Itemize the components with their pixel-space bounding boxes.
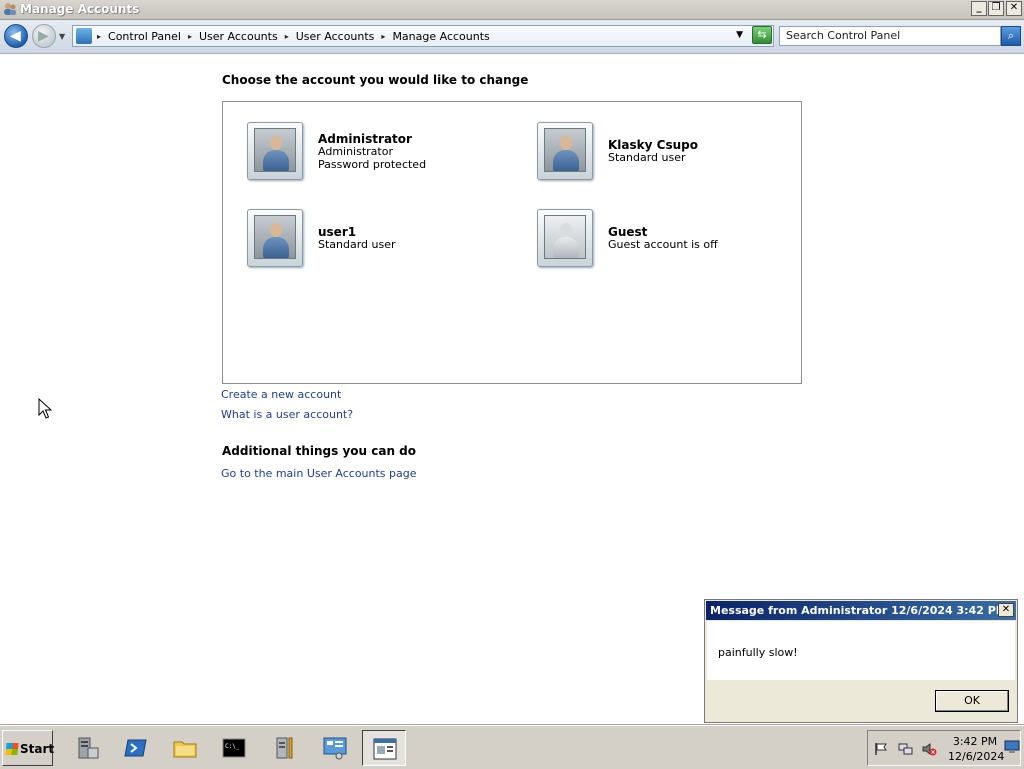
chevron-right-icon[interactable]: ▸ <box>285 32 289 41</box>
user-avatar-icon <box>537 122 593 180</box>
taskbar-explorer[interactable] <box>163 730 207 766</box>
what-is-user-account-link[interactable]: What is a user account? <box>221 408 353 421</box>
taskbar-powershell[interactable] <box>114 730 158 766</box>
address-dropdown-icon[interactable]: ▼ <box>736 30 743 40</box>
refresh-button[interactable]: ⇆ <box>752 26 772 44</box>
account-name: Guest <box>608 225 648 239</box>
breadcrumb: ▸ Control Panel ▸ User Accounts ▸ User A… <box>97 30 490 43</box>
close-button[interactable]: ✕ <box>1006 1 1022 16</box>
additional-heading: Additional things you can do <box>222 444 417 458</box>
chevron-right-icon[interactable]: ▸ <box>97 32 101 41</box>
user-accounts-icon <box>4 3 16 15</box>
account-status: Guest account is off <box>608 238 718 251</box>
guest-avatar-icon <box>537 209 593 267</box>
window-title-bar[interactable]: Manage Accounts _ ❐ ✕ <box>0 0 1024 20</box>
dialog-title: Message from Administrator 12/6/2024 3:4… <box>710 604 1007 617</box>
account-name: Klasky Csupo <box>608 138 698 152</box>
taskbar-control-panel[interactable] <box>313 730 357 766</box>
account-klasky-csupo[interactable]: Klasky Csupo Standard user <box>537 122 767 182</box>
breadcrumb-manage-accounts[interactable]: Manage Accounts <box>392 30 489 43</box>
message-dialog: Message from Administrator 12/6/2024 3:4… <box>704 599 1018 723</box>
breadcrumb-control-panel[interactable]: Control Panel <box>108 30 181 43</box>
minimize-button[interactable]: _ <box>971 1 987 16</box>
windows-logo-icon <box>5 743 19 755</box>
breadcrumb-user-accounts[interactable]: User Accounts <box>199 30 278 43</box>
recent-pages-dropdown-icon[interactable]: ▼ <box>59 32 65 41</box>
control-panel-icon <box>323 737 347 760</box>
breadcrumb-user-accounts-sub[interactable]: User Accounts <box>296 30 375 43</box>
account-name: user1 <box>318 225 357 239</box>
mouse-cursor-icon <box>38 398 53 419</box>
powershell-icon <box>124 739 147 757</box>
search-button[interactable]: ⌕ <box>1001 26 1021 46</box>
page-title: Choose the account you would like to cha… <box>222 73 529 87</box>
back-button[interactable]: ◀ <box>4 24 28 48</box>
accounts-panel: Administrator Administrator Password pro… <box>222 101 802 384</box>
dialog-body: painfully slow! <box>707 621 1015 680</box>
svg-text:C:\_: C:\_ <box>225 743 240 750</box>
back-arrow-icon: ◀ <box>10 28 21 44</box>
dialog-title-bar[interactable]: Message from Administrator 12/6/2024 3:4… <box>706 601 1016 620</box>
address-bar[interactable]: ▸ Control Panel ▸ User Accounts ▸ User A… <box>72 25 774 47</box>
user-avatar-icon <box>247 209 303 267</box>
explorer-folder-icon <box>173 741 197 758</box>
dialog-message: painfully slow! <box>718 646 798 659</box>
account-status: Password protected <box>318 158 427 171</box>
clock-time: 3:42 PM <box>952 735 998 748</box>
account-guest[interactable]: Guest Guest account is off <box>537 209 767 269</box>
chevron-right-icon[interactable]: ▸ <box>188 32 192 41</box>
start-button[interactable]: Start <box>2 730 55 766</box>
forward-button[interactable]: ▶ <box>32 24 56 48</box>
create-new-account-link[interactable]: Create a new account <box>221 388 341 401</box>
account-type: Administrator <box>318 145 393 158</box>
volume-muted-icon[interactable] <box>922 742 937 756</box>
command-prompt-icon: C:\_ <box>222 738 246 758</box>
account-name: Administrator <box>318 132 412 146</box>
control-panel-icon <box>76 28 92 44</box>
clock-date: 12/6/2024 <box>948 750 1005 763</box>
window-title: Manage Accounts <box>20 2 140 16</box>
restore-button[interactable]: ❐ <box>988 1 1004 16</box>
refresh-icon: ⇆ <box>757 28 767 41</box>
search-icon: ⌕ <box>1007 29 1015 42</box>
account-administrator[interactable]: Administrator Administrator Password pro… <box>247 122 477 182</box>
dialog-close-button[interactable]: ✕ <box>998 603 1014 617</box>
start-label: Start <box>20 742 55 756</box>
show-desktop-icon[interactable] <box>1004 740 1020 754</box>
taskbar: Start C:\_ 3:42 PM 12/6/2024 <box>0 725 1024 769</box>
taskbar-active-window[interactable] <box>362 730 406 766</box>
taskbar-server-manager[interactable] <box>66 730 110 766</box>
search-input[interactable]: Search Control Panel <box>779 26 1001 46</box>
flag-icon[interactable] <box>874 742 889 756</box>
account-type: Standard user <box>318 238 396 251</box>
chevron-right-icon[interactable]: ▸ <box>381 32 385 41</box>
account-type: Standard user <box>608 151 686 164</box>
system-tray: 3:42 PM 12/6/2024 <box>867 730 1021 766</box>
server-manager-icon <box>78 737 99 759</box>
active-window-icon <box>373 738 397 760</box>
network-icon[interactable] <box>898 742 913 756</box>
account-user1[interactable]: user1 Standard user <box>247 209 477 269</box>
tools-icon <box>276 737 293 759</box>
clock[interactable]: 3:42 PM 12/6/2024 <box>948 734 1005 764</box>
ok-button[interactable]: OK <box>935 690 1009 712</box>
user-avatar-icon <box>247 122 303 180</box>
navigation-bar: ◀ ▶ ▼ ▸ Control Panel ▸ User Accounts ▸ … <box>0 20 1024 54</box>
taskbar-tools[interactable] <box>263 730 307 766</box>
taskbar-command-prompt[interactable]: C:\_ <box>212 730 256 766</box>
main-user-accounts-link[interactable]: Go to the main User Accounts page <box>221 467 417 480</box>
forward-arrow-icon: ▶ <box>38 28 49 44</box>
